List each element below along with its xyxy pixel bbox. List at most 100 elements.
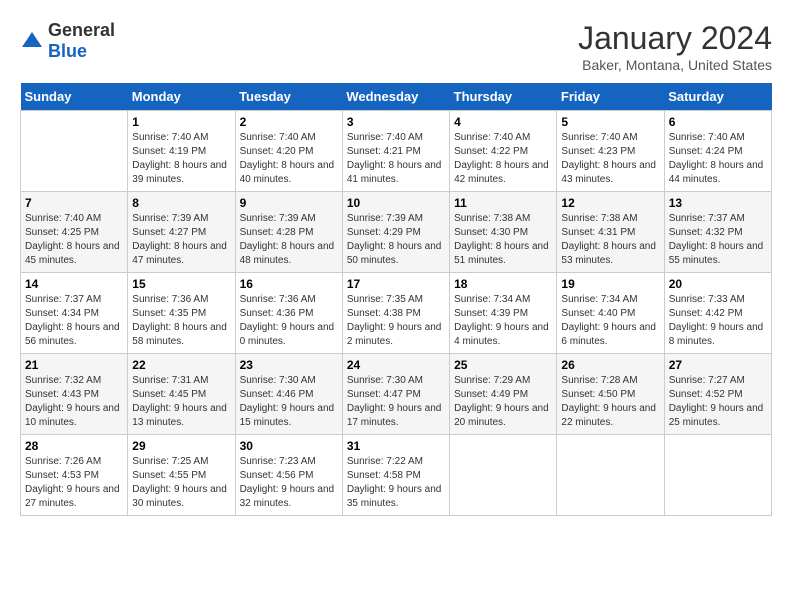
day-info: Sunrise: 7:37 AMSunset: 4:34 PMDaylight:… bbox=[25, 293, 123, 349]
day-info: Sunrise: 7:34 AMSunset: 4:39 PMDaylight:… bbox=[454, 293, 552, 349]
day-info: Sunrise: 7:27 AMSunset: 4:52 PMDaylight:… bbox=[669, 374, 767, 430]
day-info: Sunrise: 7:38 AMSunset: 4:31 PMDaylight:… bbox=[561, 212, 659, 268]
calendar-cell: 10 Sunrise: 7:39 AMSunset: 4:29 PMDaylig… bbox=[342, 192, 449, 273]
day-number: 23 bbox=[240, 358, 338, 372]
day-number: 4 bbox=[454, 115, 552, 129]
calendar-cell: 31 Sunrise: 7:22 AMSunset: 4:58 PMDaylig… bbox=[342, 435, 449, 516]
header-thursday: Thursday bbox=[450, 83, 557, 111]
day-number: 19 bbox=[561, 277, 659, 291]
calendar-table: Sunday Monday Tuesday Wednesday Thursday… bbox=[20, 83, 772, 516]
day-number: 31 bbox=[347, 439, 445, 453]
calendar-cell: 21 Sunrise: 7:32 AMSunset: 4:43 PMDaylig… bbox=[21, 354, 128, 435]
day-info: Sunrise: 7:30 AMSunset: 4:47 PMDaylight:… bbox=[347, 374, 445, 430]
calendar-week-4: 21 Sunrise: 7:32 AMSunset: 4:43 PMDaylig… bbox=[21, 354, 772, 435]
day-info: Sunrise: 7:25 AMSunset: 4:55 PMDaylight:… bbox=[132, 455, 230, 511]
day-info: Sunrise: 7:40 AMSunset: 4:23 PMDaylight:… bbox=[561, 131, 659, 187]
day-number: 27 bbox=[669, 358, 767, 372]
calendar-cell: 18 Sunrise: 7:34 AMSunset: 4:39 PMDaylig… bbox=[450, 273, 557, 354]
day-number: 10 bbox=[347, 196, 445, 210]
day-number: 11 bbox=[454, 196, 552, 210]
day-number: 16 bbox=[240, 277, 338, 291]
day-info: Sunrise: 7:36 AMSunset: 4:35 PMDaylight:… bbox=[132, 293, 230, 349]
calendar-cell bbox=[21, 111, 128, 192]
calendar-cell: 25 Sunrise: 7:29 AMSunset: 4:49 PMDaylig… bbox=[450, 354, 557, 435]
day-number: 28 bbox=[25, 439, 123, 453]
logo-text: General Blue bbox=[48, 20, 115, 62]
calendar-cell: 24 Sunrise: 7:30 AMSunset: 4:47 PMDaylig… bbox=[342, 354, 449, 435]
calendar-cell bbox=[450, 435, 557, 516]
calendar-cell: 1 Sunrise: 7:40 AMSunset: 4:19 PMDayligh… bbox=[128, 111, 235, 192]
day-info: Sunrise: 7:40 AMSunset: 4:22 PMDaylight:… bbox=[454, 131, 552, 187]
day-number: 14 bbox=[25, 277, 123, 291]
title-area: January 2024 Baker, Montana, United Stat… bbox=[578, 20, 772, 73]
logo-blue: Blue bbox=[48, 41, 87, 61]
day-number: 13 bbox=[669, 196, 767, 210]
calendar-cell bbox=[664, 435, 771, 516]
calendar-cell: 20 Sunrise: 7:33 AMSunset: 4:42 PMDaylig… bbox=[664, 273, 771, 354]
day-info: Sunrise: 7:33 AMSunset: 4:42 PMDaylight:… bbox=[669, 293, 767, 349]
logo-icon bbox=[20, 29, 44, 53]
calendar-cell: 26 Sunrise: 7:28 AMSunset: 4:50 PMDaylig… bbox=[557, 354, 664, 435]
calendar-cell: 3 Sunrise: 7:40 AMSunset: 4:21 PMDayligh… bbox=[342, 111, 449, 192]
logo-general: General bbox=[48, 20, 115, 40]
day-info: Sunrise: 7:28 AMSunset: 4:50 PMDaylight:… bbox=[561, 374, 659, 430]
header-row: Sunday Monday Tuesday Wednesday Thursday… bbox=[21, 83, 772, 111]
day-number: 21 bbox=[25, 358, 123, 372]
calendar-cell: 28 Sunrise: 7:26 AMSunset: 4:53 PMDaylig… bbox=[21, 435, 128, 516]
calendar-cell: 12 Sunrise: 7:38 AMSunset: 4:31 PMDaylig… bbox=[557, 192, 664, 273]
day-number: 6 bbox=[669, 115, 767, 129]
day-number: 25 bbox=[454, 358, 552, 372]
calendar-cell: 29 Sunrise: 7:25 AMSunset: 4:55 PMDaylig… bbox=[128, 435, 235, 516]
day-number: 17 bbox=[347, 277, 445, 291]
calendar-cell: 5 Sunrise: 7:40 AMSunset: 4:23 PMDayligh… bbox=[557, 111, 664, 192]
calendar-cell: 9 Sunrise: 7:39 AMSunset: 4:28 PMDayligh… bbox=[235, 192, 342, 273]
month-title: January 2024 bbox=[578, 20, 772, 57]
calendar-cell: 11 Sunrise: 7:38 AMSunset: 4:30 PMDaylig… bbox=[450, 192, 557, 273]
day-number: 1 bbox=[132, 115, 230, 129]
day-info: Sunrise: 7:36 AMSunset: 4:36 PMDaylight:… bbox=[240, 293, 338, 349]
location-title: Baker, Montana, United States bbox=[578, 57, 772, 73]
day-number: 2 bbox=[240, 115, 338, 129]
day-info: Sunrise: 7:34 AMSunset: 4:40 PMDaylight:… bbox=[561, 293, 659, 349]
calendar-cell: 23 Sunrise: 7:30 AMSunset: 4:46 PMDaylig… bbox=[235, 354, 342, 435]
calendar-cell bbox=[557, 435, 664, 516]
day-number: 3 bbox=[347, 115, 445, 129]
page-header: General Blue January 2024 Baker, Montana… bbox=[20, 20, 772, 73]
day-info: Sunrise: 7:29 AMSunset: 4:49 PMDaylight:… bbox=[454, 374, 552, 430]
header-wednesday: Wednesday bbox=[342, 83, 449, 111]
calendar-cell: 15 Sunrise: 7:36 AMSunset: 4:35 PMDaylig… bbox=[128, 273, 235, 354]
day-info: Sunrise: 7:22 AMSunset: 4:58 PMDaylight:… bbox=[347, 455, 445, 511]
day-info: Sunrise: 7:32 AMSunset: 4:43 PMDaylight:… bbox=[25, 374, 123, 430]
calendar-cell: 8 Sunrise: 7:39 AMSunset: 4:27 PMDayligh… bbox=[128, 192, 235, 273]
day-info: Sunrise: 7:31 AMSunset: 4:45 PMDaylight:… bbox=[132, 374, 230, 430]
day-number: 9 bbox=[240, 196, 338, 210]
day-number: 24 bbox=[347, 358, 445, 372]
day-number: 22 bbox=[132, 358, 230, 372]
calendar-cell: 22 Sunrise: 7:31 AMSunset: 4:45 PMDaylig… bbox=[128, 354, 235, 435]
calendar-cell: 16 Sunrise: 7:36 AMSunset: 4:36 PMDaylig… bbox=[235, 273, 342, 354]
day-number: 29 bbox=[132, 439, 230, 453]
header-saturday: Saturday bbox=[664, 83, 771, 111]
day-info: Sunrise: 7:40 AMSunset: 4:24 PMDaylight:… bbox=[669, 131, 767, 187]
day-number: 8 bbox=[132, 196, 230, 210]
day-info: Sunrise: 7:30 AMSunset: 4:46 PMDaylight:… bbox=[240, 374, 338, 430]
day-info: Sunrise: 7:39 AMSunset: 4:27 PMDaylight:… bbox=[132, 212, 230, 268]
calendar-cell: 17 Sunrise: 7:35 AMSunset: 4:38 PMDaylig… bbox=[342, 273, 449, 354]
calendar-week-5: 28 Sunrise: 7:26 AMSunset: 4:53 PMDaylig… bbox=[21, 435, 772, 516]
day-info: Sunrise: 7:37 AMSunset: 4:32 PMDaylight:… bbox=[669, 212, 767, 268]
header-sunday: Sunday bbox=[21, 83, 128, 111]
calendar-week-2: 7 Sunrise: 7:40 AMSunset: 4:25 PMDayligh… bbox=[21, 192, 772, 273]
day-number: 15 bbox=[132, 277, 230, 291]
day-info: Sunrise: 7:40 AMSunset: 4:21 PMDaylight:… bbox=[347, 131, 445, 187]
calendar-week-3: 14 Sunrise: 7:37 AMSunset: 4:34 PMDaylig… bbox=[21, 273, 772, 354]
day-number: 26 bbox=[561, 358, 659, 372]
day-number: 20 bbox=[669, 277, 767, 291]
day-number: 12 bbox=[561, 196, 659, 210]
calendar-cell: 7 Sunrise: 7:40 AMSunset: 4:25 PMDayligh… bbox=[21, 192, 128, 273]
day-info: Sunrise: 7:40 AMSunset: 4:20 PMDaylight:… bbox=[240, 131, 338, 187]
day-info: Sunrise: 7:39 AMSunset: 4:29 PMDaylight:… bbox=[347, 212, 445, 268]
day-info: Sunrise: 7:40 AMSunset: 4:19 PMDaylight:… bbox=[132, 131, 230, 187]
day-info: Sunrise: 7:35 AMSunset: 4:38 PMDaylight:… bbox=[347, 293, 445, 349]
calendar-cell: 4 Sunrise: 7:40 AMSunset: 4:22 PMDayligh… bbox=[450, 111, 557, 192]
calendar-cell: 13 Sunrise: 7:37 AMSunset: 4:32 PMDaylig… bbox=[664, 192, 771, 273]
